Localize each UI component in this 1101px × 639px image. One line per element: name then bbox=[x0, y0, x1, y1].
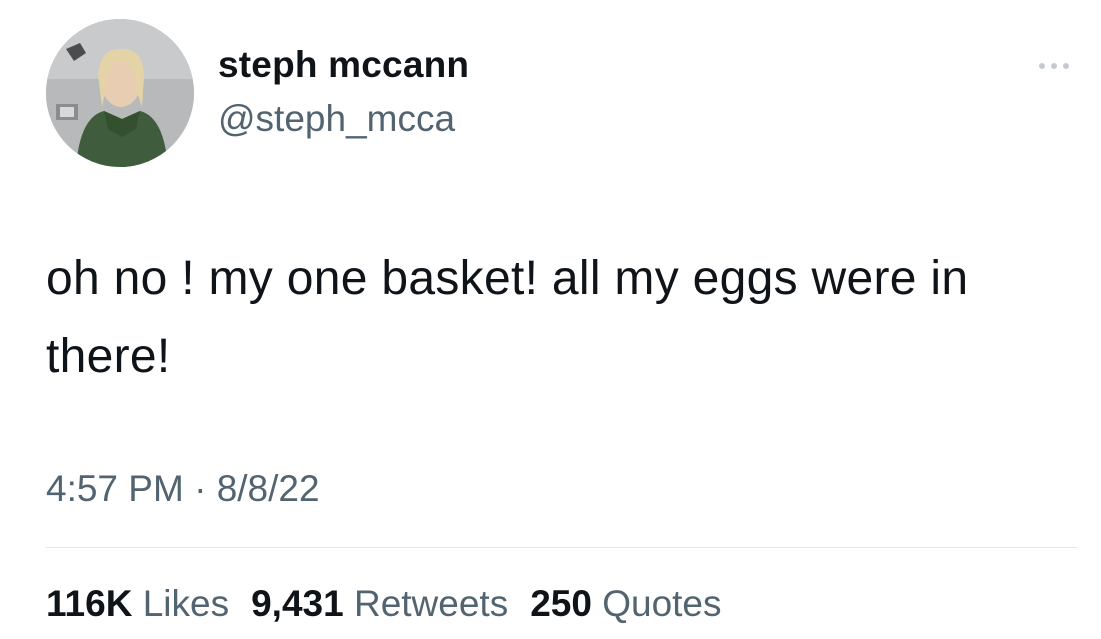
more-dot bbox=[1063, 63, 1069, 69]
likes-label: Likes bbox=[142, 583, 230, 624]
more-dot bbox=[1039, 63, 1045, 69]
retweets-count: 9,431 bbox=[251, 583, 344, 624]
tweet-timestamp: 4:57 PM · 8/8/22 bbox=[46, 468, 320, 510]
more-dot bbox=[1051, 63, 1057, 69]
tweet-date[interactable]: 8/8/22 bbox=[217, 468, 320, 509]
avatar-photo bbox=[46, 19, 194, 167]
quotes-stat[interactable]: 250 Quotes bbox=[530, 583, 721, 625]
tweet-card: steph mccann @steph_mcca oh no ! my one … bbox=[0, 0, 1101, 639]
avatar[interactable] bbox=[46, 19, 194, 167]
quotes-count: 250 bbox=[530, 583, 592, 624]
author-display-name[interactable]: steph mccann bbox=[218, 44, 469, 86]
divider bbox=[46, 547, 1078, 548]
tweet-time[interactable]: 4:57 PM bbox=[46, 468, 184, 509]
timestamp-separator: · bbox=[194, 468, 207, 509]
author-handle[interactable]: @steph_mcca bbox=[218, 98, 455, 140]
more-options-icon[interactable] bbox=[1030, 56, 1078, 76]
likes-stat[interactable]: 116K Likes bbox=[46, 583, 229, 625]
tweet-text: oh no ! my one basket! all my eggs were … bbox=[46, 252, 969, 383]
engagement-stats: 116K Likes 9,431 Retweets 250 Quotes bbox=[46, 583, 722, 625]
retweets-label: Retweets bbox=[353, 583, 509, 624]
quotes-label: Quotes bbox=[602, 583, 722, 624]
likes-count: 116K bbox=[46, 583, 133, 624]
retweets-stat[interactable]: 9,431 Retweets bbox=[251, 583, 508, 625]
